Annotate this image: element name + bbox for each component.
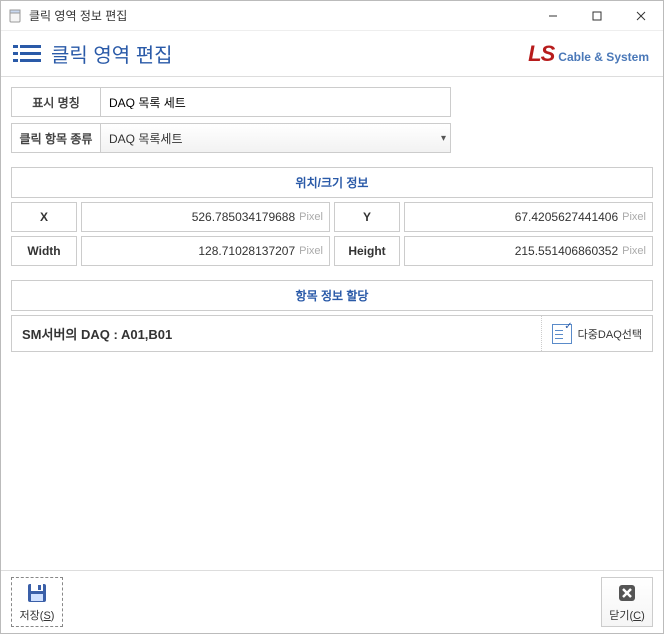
- width-label: Width: [11, 236, 77, 266]
- width-value-field[interactable]: 128.71028137207 Pixel: [81, 236, 330, 266]
- menu-icon: [13, 43, 41, 65]
- minimize-button[interactable]: [531, 2, 575, 30]
- save-label: 저장(S): [20, 607, 55, 623]
- unit-label: Pixel: [622, 245, 646, 257]
- position-section-title: 위치/크기 정보: [11, 167, 653, 198]
- x-value-field[interactable]: 526.785034179688 Pixel: [81, 202, 330, 232]
- app-icon: [7, 8, 23, 24]
- header: 클릭 영역 편집 LS Cable & System: [1, 31, 663, 77]
- x-value: 526.785034179688: [192, 210, 295, 224]
- display-name-input[interactable]: [109, 95, 442, 109]
- titlebar: 클릭 영역 정보 편집: [1, 1, 663, 31]
- assign-section-title: 항목 정보 할당: [11, 280, 653, 311]
- height-value-field[interactable]: 215.551406860352 Pixel: [404, 236, 653, 266]
- checklist-icon: [552, 324, 572, 344]
- close-icon: [615, 581, 639, 605]
- multi-daq-select-button[interactable]: 다중DAQ선택: [541, 316, 652, 351]
- width-value: 128.71028137207: [198, 244, 295, 258]
- unit-label: Pixel: [299, 211, 323, 223]
- maximize-button[interactable]: [575, 2, 619, 30]
- logo: LS Cable & System: [528, 41, 649, 67]
- assign-text: SM서버의 DAQ : A01,B01: [12, 316, 541, 351]
- height-label: Height: [334, 236, 400, 266]
- display-name-label: 표시 명칭: [11, 87, 101, 117]
- window-title: 클릭 영역 정보 편집: [29, 7, 531, 24]
- logo-main: LS: [528, 41, 554, 67]
- unit-label: Pixel: [299, 245, 323, 257]
- multi-daq-label: 다중DAQ선택: [578, 326, 642, 342]
- x-label: X: [11, 202, 77, 232]
- y-label: Y: [334, 202, 400, 232]
- save-button[interactable]: 저장(S): [11, 577, 63, 627]
- page-title: 클릭 영역 편집: [51, 39, 528, 68]
- logo-sub: Cable & System: [558, 50, 649, 64]
- click-type-value: DAQ 목록세트: [109, 130, 183, 147]
- close-button[interactable]: 닫기(C): [601, 577, 653, 627]
- chevron-down-icon: ▾: [441, 133, 446, 144]
- y-value-field[interactable]: 67.4205627441406 Pixel: [404, 202, 653, 232]
- y-value: 67.4205627441406: [515, 210, 618, 224]
- click-type-label: 클릭 항목 종류: [11, 123, 101, 153]
- click-type-select[interactable]: DAQ 목록세트 ▾: [101, 123, 451, 153]
- close-label: 닫기(C): [609, 607, 645, 623]
- height-value: 215.551406860352: [515, 244, 618, 258]
- close-window-button[interactable]: [619, 2, 663, 30]
- save-icon: [25, 581, 49, 605]
- unit-label: Pixel: [622, 211, 646, 223]
